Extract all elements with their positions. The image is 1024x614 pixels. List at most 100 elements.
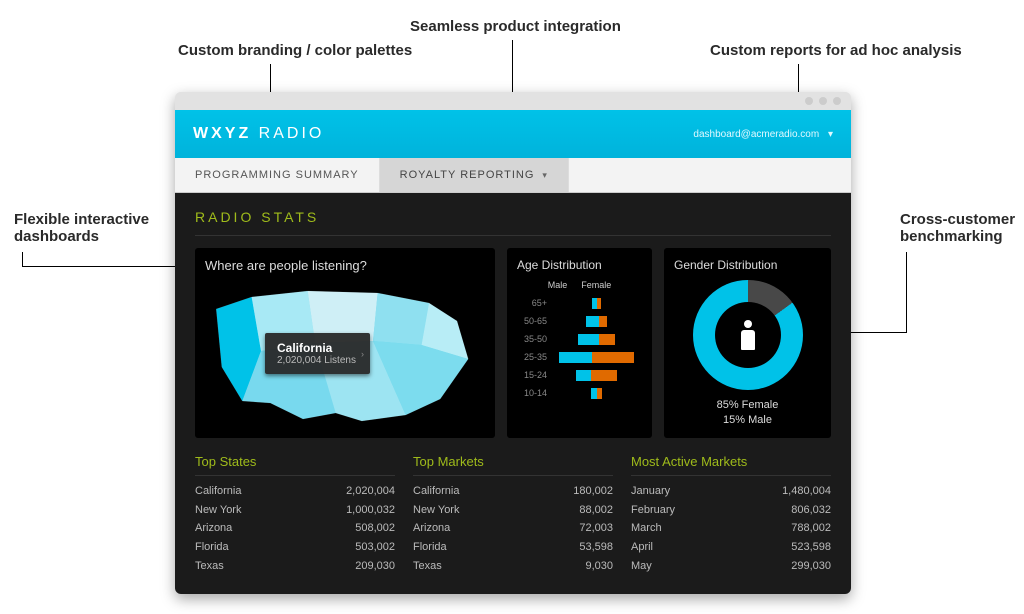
age-bracket-label: 25-35 (517, 352, 551, 362)
list-item[interactable]: Florida 53,598 (413, 538, 613, 557)
gender-distribution-card: Gender Distribution 85% Female 15% Male (664, 248, 831, 438)
list-item-key: Texas (413, 557, 442, 576)
age-row: 10-14 (517, 384, 642, 402)
annotation-branding: Custom branding / color palettes (178, 42, 412, 59)
list-item[interactable]: New York 88,002 (413, 501, 613, 520)
list-title: Most Active Markets (631, 454, 831, 476)
age-head-female: Female (581, 280, 611, 290)
list-item-value: 53,598 (579, 538, 613, 557)
list-item-value: 788,002 (791, 519, 831, 538)
user-menu[interactable]: dashboard@acmeradio.com ▾ (693, 129, 833, 140)
annotation-integration: Seamless product integration (410, 18, 621, 35)
list-item-key: Florida (195, 538, 229, 557)
brand-bold: WXYZ (193, 125, 251, 142)
age-header: Male Female (517, 280, 642, 290)
brand-light: RADIO (259, 125, 325, 142)
age-bracket-label: 35-50 (517, 334, 551, 344)
person-icon (739, 320, 757, 350)
age-male-bar (576, 370, 591, 381)
list-item-key: April (631, 538, 653, 557)
window-control-icon[interactable] (819, 97, 827, 105)
list-item-value: 299,030 (791, 557, 831, 576)
gender-female-pct: 85% Female (717, 398, 779, 413)
age-female-bar (592, 352, 634, 363)
age-female-bar (599, 316, 607, 327)
list-item[interactable]: Texas 9,030 (413, 557, 613, 576)
list-item-value: 72,003 (579, 519, 613, 538)
list-item[interactable]: March 788,002 (631, 519, 831, 538)
age-row: 15-24 (517, 366, 642, 384)
age-row: 35-50 (517, 330, 642, 348)
window-control-icon[interactable] (805, 97, 813, 105)
list-title: Top States (195, 454, 395, 476)
age-row: 50-65 (517, 312, 642, 330)
list-item[interactable]: February 806,032 (631, 501, 831, 520)
age-female-bar (597, 298, 600, 309)
map-tooltip[interactable]: California 2,020,004 Listens › (265, 333, 370, 374)
tab-label: ROYALTY REPORTING (400, 169, 535, 181)
list-item[interactable]: Arizona508,002 (195, 519, 395, 538)
tab-royalty-reporting[interactable]: ROYALTY REPORTING ▾ (380, 158, 569, 192)
list-title: Top Markets (413, 454, 613, 476)
window-control-icon[interactable] (833, 97, 841, 105)
age-bracket-label: 15-24 (517, 370, 551, 380)
list-item-value: 1,480,004 (782, 482, 831, 501)
window-titlebar (175, 92, 851, 110)
list-item-key: California (195, 482, 241, 501)
list-item[interactable]: April 523,598 (631, 538, 831, 557)
age-distribution-card: Age Distribution Male Female 65+ 50-65 35-… (507, 248, 652, 438)
annotation-dashboards: Flexible interactive dashboards (14, 211, 149, 245)
top-bar: WXYZ RADIO dashboard@acmeradio.com ▾ (175, 110, 851, 158)
annotation-reports: Custom reports for ad hoc analysis (710, 42, 962, 59)
age-male-bar (578, 334, 599, 345)
age-row: 25-35 (517, 348, 642, 366)
most-active-markets-list: Most Active Markets January1,480,004Febr… (631, 454, 831, 575)
list-item[interactable]: California 2,020,004 (195, 482, 395, 501)
list-item-value: 88,002 (579, 501, 613, 520)
list-item-key: February (631, 501, 675, 520)
age-pyramid[interactable]: 65+ 50-65 35-50 25-35 15-24 10-14 (517, 294, 642, 402)
section-title: RADIO STATS (195, 209, 831, 236)
list-item-value: 2,020,004 (346, 482, 395, 501)
age-bracket-label: 65+ (517, 298, 551, 308)
list-item-key: May (631, 557, 652, 576)
chevron-down-icon: ▾ (828, 129, 833, 140)
gender-donut-chart[interactable] (693, 280, 803, 390)
list-item-key: Arizona (195, 519, 232, 538)
gender-male-pct: 15% Male (717, 413, 779, 428)
list-item-value: 209,030 (355, 557, 395, 576)
list-item-key: Florida (413, 538, 447, 557)
brand-logo[interactable]: WXYZ RADIO (193, 125, 324, 143)
list-item-key: New York (413, 501, 459, 520)
tab-programming-summary[interactable]: PROGRAMMING SUMMARY (175, 158, 380, 192)
list-item-value: 9,030 (585, 557, 613, 576)
list-item[interactable]: Arizona72,003 (413, 519, 613, 538)
us-map[interactable]: California 2,020,004 Listens › (205, 281, 485, 431)
age-female-bar (599, 334, 616, 345)
user-email-text: dashboard@acmeradio.com (693, 129, 819, 140)
list-item-key: March (631, 519, 662, 538)
map-card: Where are people listening? (195, 248, 495, 438)
gender-labels: 85% Female 15% Male (717, 398, 779, 429)
age-male-bar (591, 388, 598, 399)
list-item[interactable]: California180,002 (413, 482, 613, 501)
age-bracket-label: 50-65 (517, 316, 551, 326)
list-item-value: 806,032 (791, 501, 831, 520)
list-item[interactable]: New York1,000,032 (195, 501, 395, 520)
app-window: WXYZ RADIO dashboard@acmeradio.com ▾ PRO… (175, 92, 851, 594)
chevron-right-icon: › (361, 349, 364, 359)
list-item-key: California (413, 482, 459, 501)
annotation-benchmarking: Cross-customer benchmarking (900, 211, 1015, 245)
gender-title: Gender Distribution (674, 258, 821, 272)
map-tooltip-state: California (277, 341, 356, 355)
list-item[interactable]: Texas209,030 (195, 557, 395, 576)
list-item[interactable]: January1,480,004 (631, 482, 831, 501)
list-item[interactable]: Florida503,002 (195, 538, 395, 557)
content-area: RADIO STATS Where are people listening? (175, 193, 851, 594)
list-item-value: 523,598 (791, 538, 831, 557)
top-markets-list: Top Markets California180,002New York 88,… (413, 454, 613, 575)
list-item[interactable]: May 299,030 (631, 557, 831, 576)
nav-tabs: PROGRAMMING SUMMARY ROYALTY REPORTING ▾ (175, 158, 851, 193)
age-title: Age Distribution (517, 258, 642, 272)
age-male-bar (559, 352, 593, 363)
